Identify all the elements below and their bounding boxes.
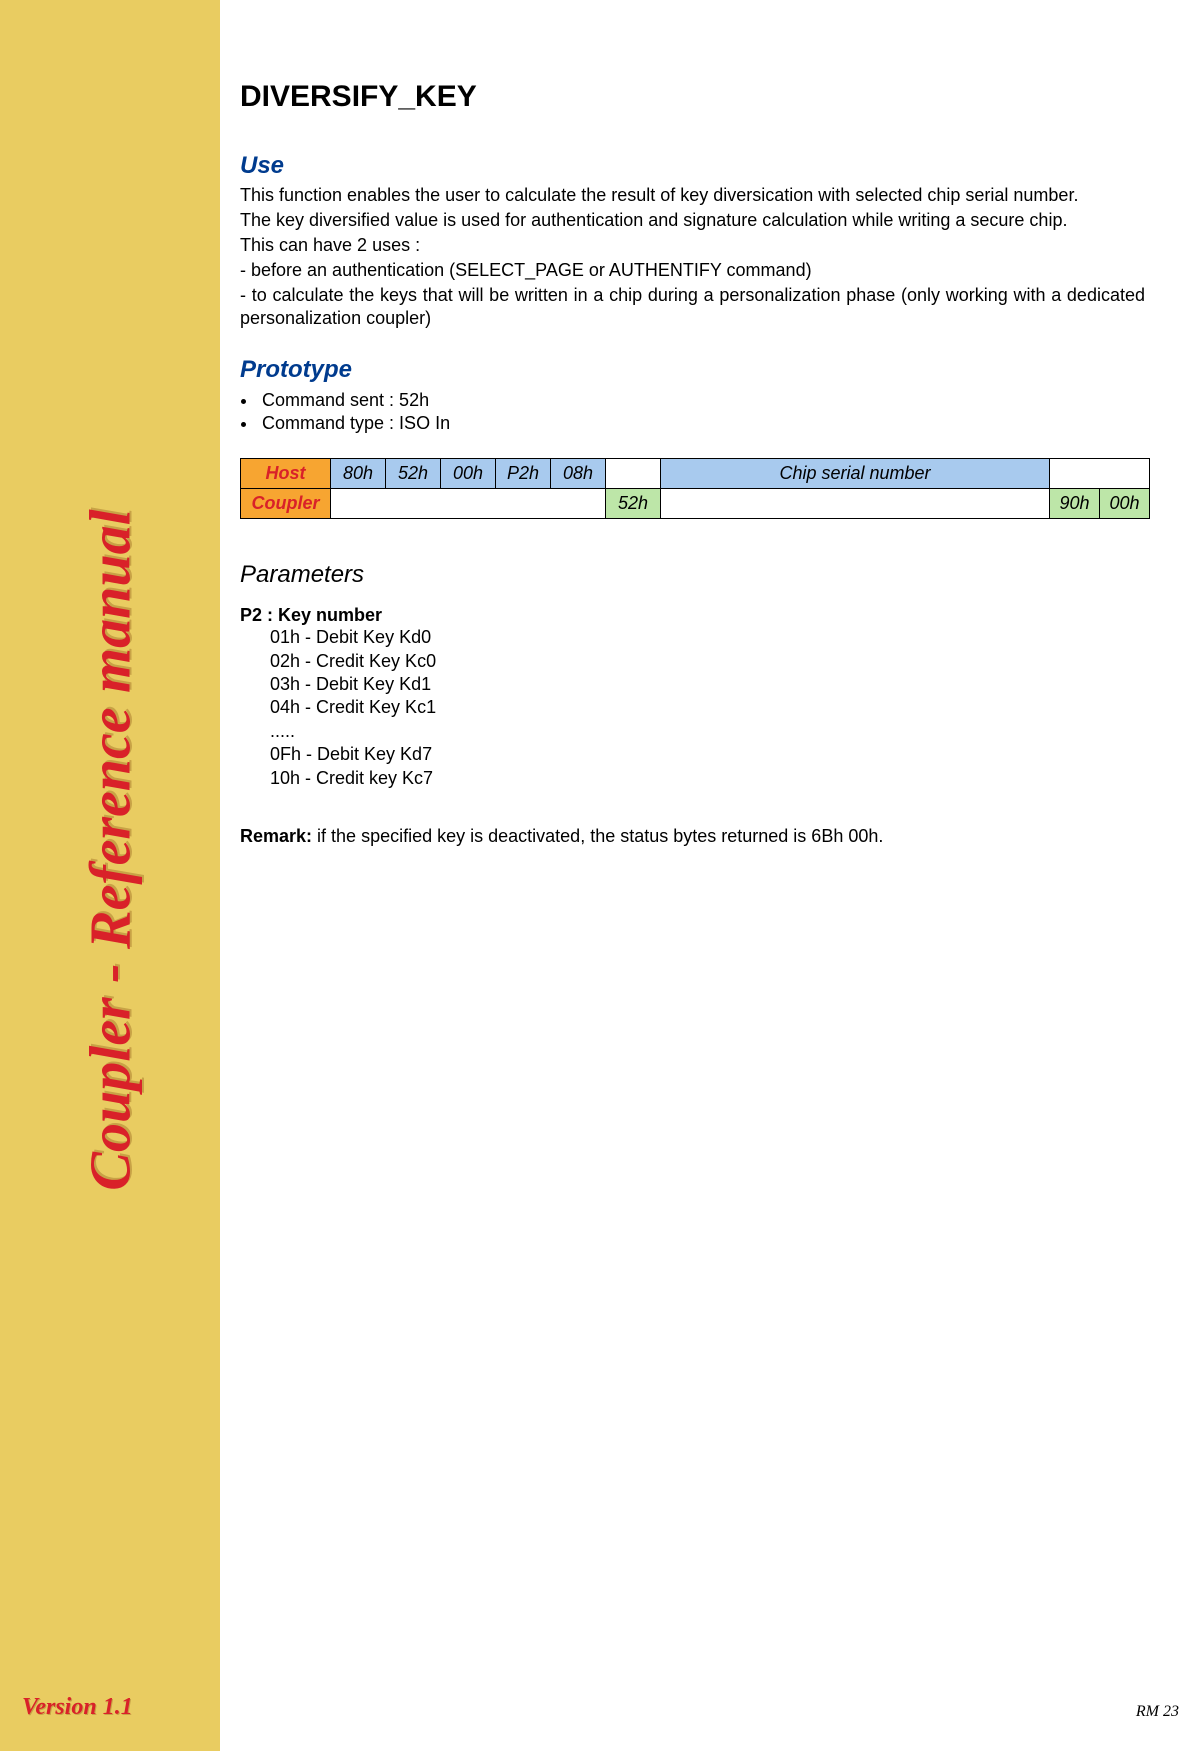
- bullet-cmd-sent: Command sent : 52h: [258, 390, 1145, 411]
- use-p5: - to calculate the keys that will be wri…: [240, 284, 1145, 330]
- params-title: P2 : Key number: [240, 605, 1145, 626]
- param-item: 03h - Debit Key Kd1: [270, 673, 1145, 696]
- host-c2: 52h: [386, 459, 441, 489]
- version-label: Version 1.1: [22, 1694, 133, 1721]
- bullet-cmd-type: Command type : ISO In: [258, 413, 1145, 434]
- host-c5: 08h: [551, 459, 606, 489]
- host-label: Host: [241, 459, 331, 489]
- coupler-c3: [661, 489, 1050, 519]
- coupler-c1: [331, 489, 606, 519]
- host-c1: 80h: [331, 459, 386, 489]
- use-p4: - before an authentication (SELECT_PAGE …: [240, 259, 1145, 282]
- params-list: 01h - Debit Key Kd0 02h - Credit Key Kc0…: [240, 626, 1145, 790]
- sidebar-title: Coupler - Reference manual: [77, 509, 144, 1190]
- host-c4: P2h: [496, 459, 551, 489]
- page-number: RM 23: [1136, 1703, 1179, 1721]
- param-item: 0Fh - Debit Key Kd7: [270, 743, 1145, 766]
- prototype-bullets: Command sent : 52h Command type : ISO In: [258, 390, 1145, 434]
- use-p3: This can have 2 uses :: [240, 234, 1145, 257]
- coupler-label: Coupler: [241, 489, 331, 519]
- heading-prototype: Prototype: [240, 356, 1145, 384]
- page-title: DIVERSIFY_KEY: [240, 80, 1145, 114]
- host-c6: [606, 459, 661, 489]
- heading-use: Use: [240, 152, 1145, 180]
- param-item: 10h - Credit key Kc7: [270, 767, 1145, 790]
- param-item: 01h - Debit Key Kd0: [270, 626, 1145, 649]
- table-row: Coupler 52h 90h 00h: [241, 489, 1150, 519]
- remark: Remark: if the specified key is deactiva…: [240, 826, 1145, 847]
- use-p1: This function enables the user to calcul…: [240, 184, 1145, 207]
- heading-parameters: Parameters: [240, 561, 1145, 589]
- host-c3: 00h: [441, 459, 496, 489]
- coupler-c4: 90h: [1050, 489, 1100, 519]
- prototype-table: Host 80h 52h 00h P2h 08h Chip serial num…: [240, 458, 1150, 519]
- host-c7: Chip serial number: [661, 459, 1050, 489]
- main-content: DIVERSIFY_KEY Use This function enables …: [240, 80, 1165, 865]
- remark-text: if the specified key is deactivated, the…: [312, 826, 883, 846]
- param-item: 04h - Credit Key Kc1: [270, 696, 1145, 719]
- table-row: Host 80h 52h 00h P2h 08h Chip serial num…: [241, 459, 1150, 489]
- param-item: .....: [270, 720, 1145, 743]
- param-item: 02h - Credit Key Kc0: [270, 650, 1145, 673]
- host-c8: [1050, 459, 1150, 489]
- coupler-c5: 00h: [1100, 489, 1150, 519]
- use-p2: The key diversified value is used for au…: [240, 209, 1145, 232]
- remark-label: Remark:: [240, 826, 312, 846]
- coupler-c2: 52h: [606, 489, 661, 519]
